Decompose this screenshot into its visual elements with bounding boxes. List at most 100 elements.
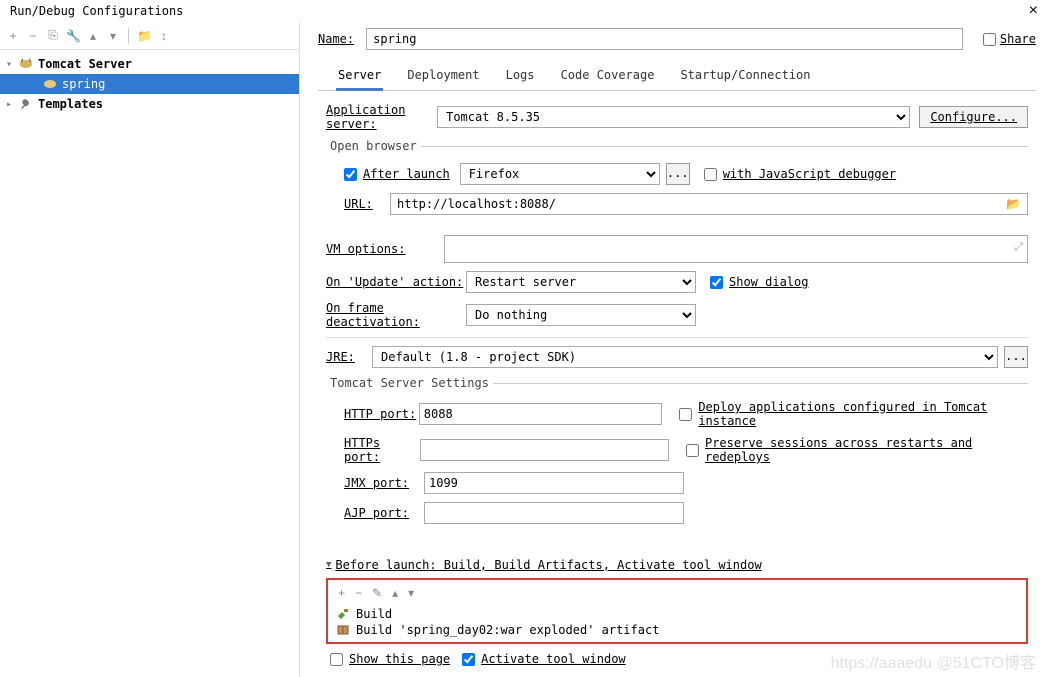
name-label: Name: bbox=[318, 32, 354, 46]
expand-arrow-icon[interactable]: ▸ bbox=[6, 99, 18, 110]
configure-button[interactable]: Configure... bbox=[919, 106, 1028, 128]
https-port-input[interactable] bbox=[420, 439, 668, 461]
app-server-select[interactable]: Tomcat 8.5.35 bbox=[437, 106, 910, 128]
expand-icon[interactable]: ⤢ bbox=[1014, 240, 1023, 254]
on-frame-select[interactable]: Do nothing bbox=[466, 304, 696, 326]
jre-label: JRE: bbox=[326, 350, 372, 364]
main-split: + − ⎘ 🔧 ▴ ▾ 📁 ↕ ▾ Tomcat Server spring ▸ bbox=[0, 22, 1046, 677]
config-tree: ▾ Tomcat Server spring ▸ Templates bbox=[0, 50, 299, 114]
after-launch-row: After launch Firefox ... with JavaScript… bbox=[326, 163, 1028, 185]
jmx-port-input[interactable] bbox=[424, 472, 684, 494]
open-browser-fieldset: Open browser After launch Firefox ... bbox=[326, 139, 1028, 229]
share-checkbox-input[interactable] bbox=[983, 33, 996, 46]
show-page-checkbox[interactable]: Show this page bbox=[330, 652, 450, 666]
open-url-icon[interactable]: 📂 bbox=[1006, 197, 1021, 211]
share-label: Share bbox=[1000, 32, 1036, 46]
folder-icon[interactable]: 📁 bbox=[137, 29, 151, 43]
after-launch-checkbox[interactable]: After launch bbox=[344, 167, 450, 181]
tomcat-icon bbox=[18, 57, 34, 71]
jre-dots-button[interactable]: ... bbox=[1004, 346, 1028, 368]
wrench-icon[interactable]: 🔧 bbox=[66, 29, 80, 43]
bl-edit-icon[interactable]: ✎ bbox=[372, 586, 382, 600]
on-update-label: On 'Update' action: bbox=[326, 275, 466, 289]
remove-config-icon[interactable]: − bbox=[26, 29, 40, 43]
on-update-row: On 'Update' action: Restart server Show … bbox=[326, 271, 1028, 293]
divider bbox=[326, 337, 1028, 338]
ajp-port-label: AJP port: bbox=[344, 506, 424, 520]
tab-deployment[interactable]: Deployment bbox=[405, 64, 481, 90]
vm-options-label: VM options: bbox=[326, 242, 444, 256]
tomcat-settings-legend: Tomcat Server Settings bbox=[326, 376, 493, 390]
js-debugger-input[interactable] bbox=[704, 168, 717, 181]
title-bar: Run/Debug Configurations × bbox=[0, 0, 1046, 22]
after-launch-input[interactable] bbox=[344, 168, 357, 181]
open-browser-legend: Open browser bbox=[326, 139, 421, 153]
tree-node-templates[interactable]: ▸ Templates bbox=[0, 94, 299, 114]
tomcat-settings-fieldset: Tomcat Server Settings HTTP port: Deploy… bbox=[326, 376, 1028, 538]
js-debugger-checkbox[interactable]: with JavaScript debugger bbox=[704, 167, 896, 181]
show-page-input[interactable] bbox=[330, 653, 343, 666]
bl-down-icon[interactable]: ▾ bbox=[408, 586, 414, 600]
tab-code-coverage[interactable]: Code Coverage bbox=[559, 64, 657, 90]
url-input[interactable]: http://localhost:8088/ 📂 bbox=[390, 193, 1028, 215]
wrench-icon bbox=[18, 97, 34, 111]
hammer-icon bbox=[336, 607, 350, 621]
copy-config-icon[interactable]: ⎘ bbox=[46, 28, 60, 43]
sidebar: + − ⎘ 🔧 ▴ ▾ 📁 ↕ ▾ Tomcat Server spring ▸ bbox=[0, 22, 300, 677]
tree-node-spring[interactable]: spring bbox=[0, 74, 299, 94]
name-input[interactable] bbox=[366, 28, 963, 50]
bl-item-label: Build 'spring_day02:war exploded' artifa… bbox=[356, 623, 659, 637]
tab-server[interactable]: Server bbox=[336, 64, 383, 91]
before-launch-header[interactable]: ▼ Before launch: Build, Build Artifacts,… bbox=[326, 558, 1028, 572]
vm-options-input[interactable]: ⤢ bbox=[444, 235, 1028, 263]
jmx-port-row: JMX port: bbox=[326, 472, 1028, 494]
jmx-port-label: JMX port: bbox=[344, 476, 424, 490]
deploy-apps-input[interactable] bbox=[679, 408, 692, 421]
jre-select[interactable]: Default (1.8 - project SDK) bbox=[372, 346, 998, 368]
preserve-sessions-checkbox[interactable]: Preserve sessions across restarts and re… bbox=[686, 436, 1028, 464]
url-row: URL: http://localhost:8088/ 📂 bbox=[326, 193, 1028, 215]
tree-label: Tomcat Server bbox=[38, 57, 132, 71]
before-launch-item[interactable]: Build bbox=[334, 606, 1020, 622]
window-title: Run/Debug Configurations bbox=[10, 4, 1029, 18]
url-value: http://localhost:8088/ bbox=[397, 197, 556, 211]
tab-logs[interactable]: Logs bbox=[504, 64, 537, 90]
expand-arrow-icon[interactable]: ▾ bbox=[6, 59, 18, 70]
add-config-icon[interactable]: + bbox=[6, 29, 20, 43]
https-port-row: HTTPs port: Preserve sessions across res… bbox=[326, 436, 1028, 464]
tab-bar: Server Deployment Logs Code Coverage Sta… bbox=[318, 60, 1036, 91]
jre-row: JRE: Default (1.8 - project SDK) ... bbox=[326, 346, 1028, 368]
watermark: https://aaaedu @51CTO博客 bbox=[831, 649, 1036, 673]
after-launch-label: After launch bbox=[363, 167, 450, 181]
tree-node-tomcat-server[interactable]: ▾ Tomcat Server bbox=[0, 54, 299, 74]
tree-label: Templates bbox=[38, 97, 103, 111]
down-icon[interactable]: ▾ bbox=[106, 29, 120, 43]
before-launch-item[interactable]: Build 'spring_day02:war exploded' artifa… bbox=[334, 622, 1020, 638]
on-frame-row: On frame deactivation: Do nothing bbox=[326, 301, 1028, 329]
show-dialog-checkbox[interactable]: Show dialog bbox=[710, 275, 808, 289]
browser-dots-button[interactable]: ... bbox=[666, 163, 690, 185]
show-dialog-input[interactable] bbox=[710, 276, 723, 289]
activate-window-input[interactable] bbox=[462, 653, 475, 666]
share-checkbox[interactable]: Share bbox=[983, 32, 1036, 46]
sidebar-toolbar: + − ⎘ 🔧 ▴ ▾ 📁 ↕ bbox=[0, 22, 299, 50]
activate-window-checkbox[interactable]: Activate tool window bbox=[462, 652, 626, 666]
deploy-apps-checkbox[interactable]: Deploy applications configured in Tomcat… bbox=[679, 400, 1028, 428]
before-launch-toolbar: + − ✎ ▴ ▾ bbox=[334, 584, 1020, 606]
http-port-input[interactable] bbox=[419, 403, 663, 425]
js-debugger-label: with JavaScript debugger bbox=[723, 167, 896, 181]
close-icon[interactable]: × bbox=[1029, 2, 1038, 20]
browser-select[interactable]: Firefox bbox=[460, 163, 660, 185]
preserve-sessions-input[interactable] bbox=[686, 444, 699, 457]
up-icon[interactable]: ▴ bbox=[86, 29, 100, 43]
ajp-port-input[interactable] bbox=[424, 502, 684, 524]
show-dialog-label: Show dialog bbox=[729, 275, 808, 289]
sort-icon[interactable]: ↕ bbox=[157, 29, 171, 43]
before-launch-box: + − ✎ ▴ ▾ Build Build 'spring_day02:war … bbox=[326, 578, 1028, 644]
before-launch-label: Before launch: Build, Build Artifacts, A… bbox=[335, 558, 761, 572]
bl-add-icon[interactable]: + bbox=[338, 586, 345, 600]
bl-remove-icon[interactable]: − bbox=[355, 586, 362, 600]
bl-up-icon[interactable]: ▴ bbox=[392, 586, 398, 600]
on-update-select[interactable]: Restart server bbox=[466, 271, 696, 293]
tab-startup[interactable]: Startup/Connection bbox=[678, 64, 812, 90]
